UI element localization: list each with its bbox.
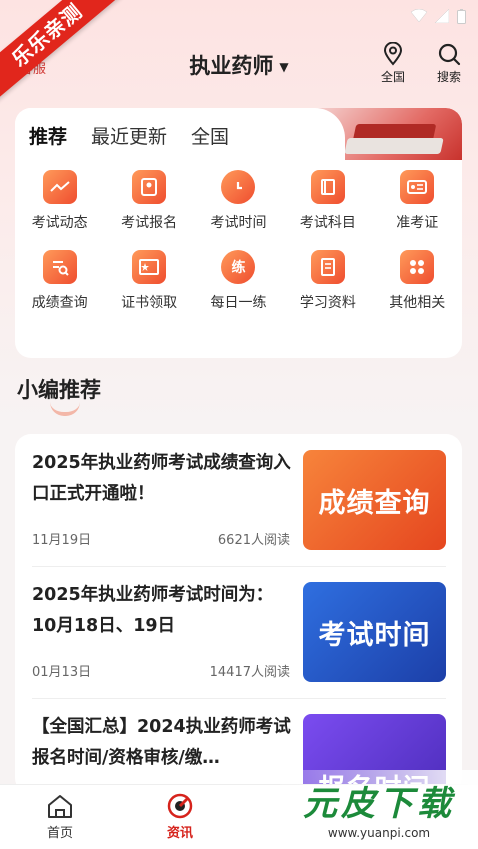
shortcut-study-materials[interactable]: 学习资料 [283,250,372,312]
shortcut-label: 准考证 [396,215,439,231]
shortcut-label: 学习资料 [299,295,356,311]
caret-down-icon: ▼ [279,60,289,74]
article-reads: 14417人阅读 [209,665,290,680]
certificate-icon [132,250,167,284]
shortcut-label: 考试科目 [299,215,356,231]
home-icon [48,795,72,818]
article-title: 2025年执业药师考试成绩查询入口正式开通啦！ [32,453,291,504]
shortcut-exam-news[interactable]: 考试动态 [15,170,104,232]
score-search-icon [42,250,77,284]
shortcut-others[interactable]: 其他相关 [373,250,462,312]
category-card: 推荐 最近更新 全国 考试动态 考试报名 考试时间 考试科目 准考证 成绩查询 [15,108,462,358]
shortcut-exam-subjects[interactable]: 考试科目 [283,170,372,232]
shortcut-label: 考试动态 [31,215,88,231]
practice-icon: 练 [221,250,256,284]
shortcut-admission-ticket[interactable]: 准考证 [373,170,462,232]
article-list: 2025年执业药师考试成绩查询入口正式开通啦！ 11月19日 6621人阅读 成… [15,434,462,794]
watermark-text: 元皮下载 [303,784,455,824]
shortcut-exam-time[interactable]: 考试时间 [194,170,283,232]
search-button[interactable]: 搜索 [429,42,469,85]
shortcut-label: 考试时间 [210,215,267,231]
shortcut-certificate[interactable]: 证书领取 [104,250,193,312]
trend-icon [42,170,77,204]
clock-icon [221,170,256,204]
location-button[interactable]: 全国 [373,42,413,85]
section-title: 小编推荐 [17,378,101,402]
nav-label: 首页 [46,826,73,841]
article-title: 2025年执业药师考试时间为：10月18日、19日 [32,585,274,636]
article-item[interactable]: 2025年执业药师考试时间为：10月18日、19日 01月13日 14417人阅… [15,566,462,698]
grid-apps-icon [400,250,435,284]
article-thumbnail: 成绩查询 [303,450,446,550]
status-bar [411,6,466,26]
tab-recommend[interactable]: 推荐 [29,122,67,149]
article-date: 01月13日 [32,665,92,680]
news-icon [167,793,193,819]
article-title: 【全国汇总】2024执业药师考试报名时间/资格审核/缴… [32,717,291,768]
article-date: 11月19日 [32,533,92,548]
shortcut-daily-practice[interactable]: 练 每日一练 [194,250,283,312]
id-card-icon [132,170,167,204]
shortcut-label: 证书领取 [121,295,178,311]
shortcut-exam-registration[interactable]: 考试报名 [104,170,193,232]
watermark-url: www.yuanpi.com [327,826,431,840]
book-icon [310,170,345,204]
document-icon [310,250,345,284]
nav-label: 资讯 [166,826,193,841]
shortcut-label: 每日一练 [210,295,267,311]
nav-home[interactable]: 首页 [0,785,120,849]
tab-nationwide[interactable]: 全国 [191,122,229,149]
search-label: 搜索 [436,70,461,84]
search-icon [438,43,461,66]
shortcut-grid: 考试动态 考试报名 考试时间 考试科目 准考证 成绩查询 证书领取 练 每日一练 [15,170,462,312]
wifi-icon [411,9,427,23]
article-reads: 6621人阅读 [217,533,290,548]
shortcut-score-query[interactable]: 成绩查询 [15,250,104,312]
article-thumbnail: 考试时间 [303,582,446,682]
signal-icon [435,9,449,23]
page-title: 执业药师 [189,54,274,78]
shortcut-label: 考试报名 [121,215,178,231]
shortcut-label: 其他相关 [389,295,446,311]
tab-recent[interactable]: 最近更新 [91,122,167,149]
location-pin-icon [383,42,403,66]
ticket-icon [400,170,435,204]
nav-news[interactable]: 资讯 [120,785,240,849]
battery-icon [457,8,466,24]
tab-bar: 推荐 最近更新 全国 [15,108,345,162]
shortcut-label: 成绩查询 [31,295,88,311]
watermark: 元皮下载 www.yuanpi.com [280,770,478,849]
location-label: 全国 [380,70,405,84]
article-item[interactable]: 2025年执业药师考试成绩查询入口正式开通啦！ 11月19日 6621人阅读 成… [15,434,462,566]
